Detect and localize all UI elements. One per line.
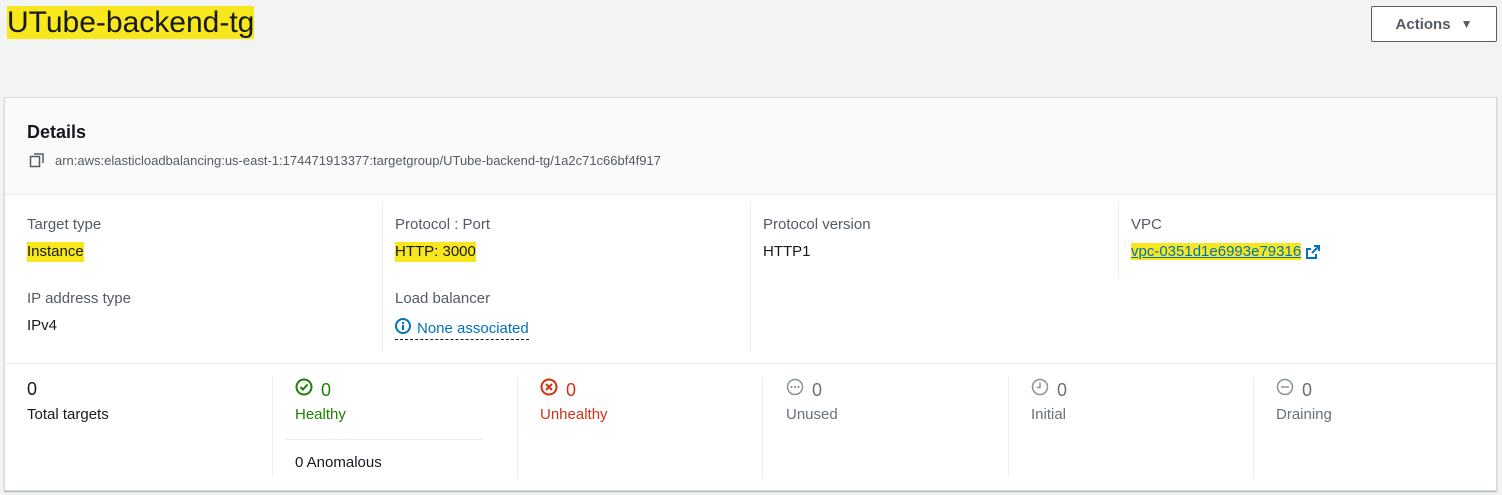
arn-row: arn:aws:elasticloadbalancing:us-east-1:1… — [29, 152, 661, 168]
initial-count[interactable]: 0 — [1031, 378, 1067, 401]
total-targets-label: Total targets — [27, 406, 109, 423]
column-divider — [272, 377, 273, 477]
load-balancer-value[interactable]: None associated — [417, 320, 529, 337]
arn-text: arn:aws:elasticloadbalancing:us-east-1:1… — [55, 152, 661, 168]
initial-label: Initial — [1031, 406, 1067, 423]
minus-circle-icon — [1276, 378, 1294, 401]
protocol-version-value: HTTP1 — [763, 243, 811, 260]
ellipsis-circle-icon — [786, 378, 804, 401]
load-balancer-link[interactable]: None associated — [395, 318, 529, 340]
healthy-count[interactable]: 0 — [295, 378, 331, 401]
details-header: Details arn:aws:elasticloadbalancing:us-… — [5, 98, 1496, 195]
column-divider — [1253, 377, 1254, 477]
clock-icon — [1031, 378, 1049, 401]
copy-icon[interactable] — [29, 152, 45, 168]
healthy-divider — [285, 439, 483, 440]
healthy-label: Healthy — [295, 406, 346, 423]
actions-label: Actions — [1395, 15, 1451, 33]
error-circle-icon — [540, 378, 558, 401]
total-targets-count: 0 — [27, 379, 38, 399]
external-link-icon[interactable] — [1305, 244, 1321, 260]
protocol-port-label: Protocol : Port — [395, 216, 491, 233]
details-title: Details — [27, 122, 87, 142]
unhealthy-count[interactable]: 0 — [540, 378, 576, 401]
column-divider — [1008, 377, 1009, 477]
draining-count[interactable]: 0 — [1276, 378, 1312, 401]
caret-down-icon: ▼ — [1460, 17, 1473, 31]
info-icon — [395, 318, 411, 338]
load-balancer-label: Load balancer — [395, 290, 491, 307]
anomalous-label: 0 Anomalous — [295, 454, 382, 471]
ip-address-type-label: IP address type — [27, 290, 131, 307]
section-divider — [5, 363, 1496, 364]
details-panel: Details arn:aws:elasticloadbalancing:us-… — [4, 97, 1497, 491]
unhealthy-label: Unhealthy — [540, 406, 608, 423]
page-title: UTube-backend-tg — [7, 6, 255, 39]
vpc-label: VPC — [1131, 216, 1162, 233]
vpc-link-text[interactable]: vpc-0351d1e6993e79316 — [1131, 243, 1302, 260]
vpc-link[interactable]: vpc-0351d1e6993e79316 — [1131, 242, 1321, 262]
column-divider — [1118, 202, 1119, 278]
protocol-port-value: HTTP: 3000 — [395, 242, 476, 262]
column-divider — [517, 377, 518, 477]
actions-button[interactable]: Actions ▼ — [1371, 6, 1497, 42]
column-divider — [750, 202, 751, 352]
target-type-value: Instance — [27, 242, 84, 262]
target-type-label: Target type — [27, 216, 102, 233]
column-divider — [762, 377, 763, 477]
protocol-version-label: Protocol version — [763, 216, 871, 233]
unused-count[interactable]: 0 — [786, 378, 822, 401]
column-divider — [382, 202, 383, 352]
draining-label: Draining — [1276, 406, 1332, 423]
ip-address-type-value: IPv4 — [27, 317, 58, 334]
check-circle-icon — [295, 378, 313, 401]
unused-label: Unused — [786, 406, 838, 423]
